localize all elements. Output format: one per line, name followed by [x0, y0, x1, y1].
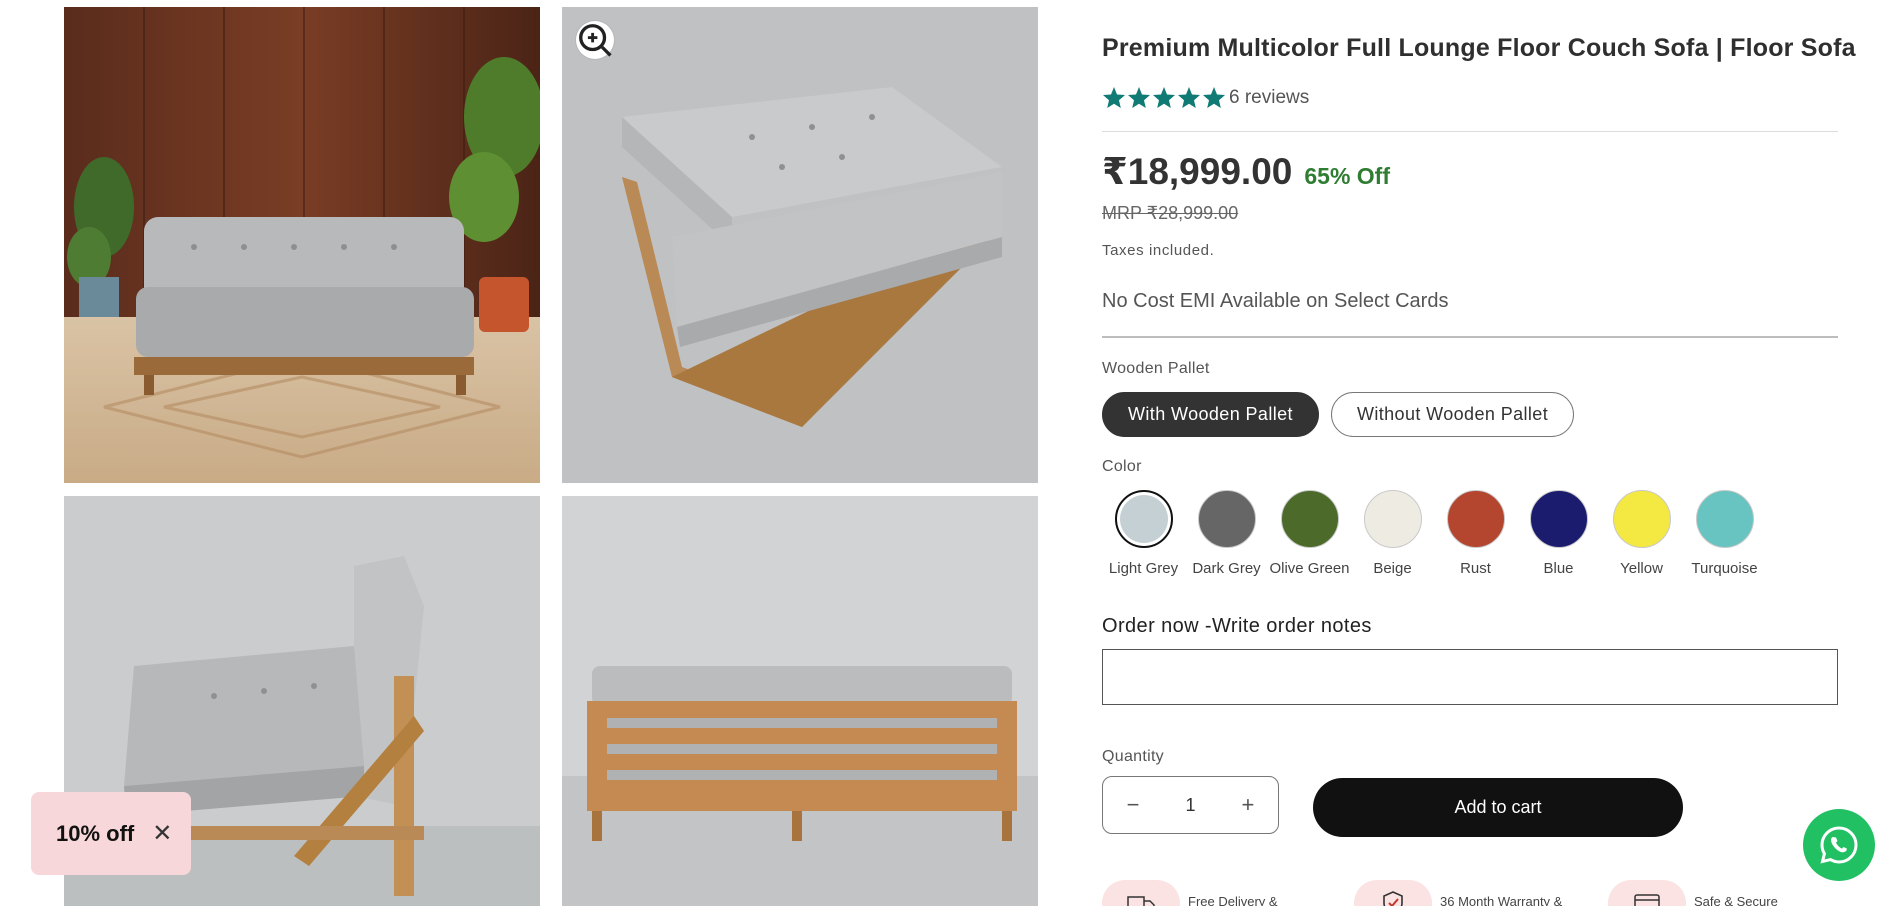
pallet-option-label: Wooden Pallet	[1102, 360, 1210, 377]
feature-badge-secure: Safe & Secure	[1608, 880, 1778, 906]
quantity-label: Quantity	[1102, 748, 1164, 765]
product-title: Premium Multicolor Full Lounge Floor Cou…	[1102, 34, 1856, 62]
swatch-color	[1446, 490, 1505, 548]
emi-note: No Cost EMI Available on Select Cards	[1102, 290, 1449, 312]
swatch-color	[1114, 490, 1173, 548]
product-image-4[interactable]	[562, 496, 1038, 906]
credit-card-icon	[1608, 880, 1686, 906]
mrp-price: MRP ₹28,999.00	[1102, 203, 1239, 223]
swatch-dark-grey[interactable]: Dark Grey	[1185, 490, 1268, 577]
sale-price: ₹18,999.00	[1102, 151, 1293, 192]
whatsapp-icon	[1820, 826, 1858, 864]
tax-note: Taxes included.	[1102, 242, 1215, 259]
swatch-label: Olive Green	[1269, 560, 1350, 577]
quantity-value[interactable]: 1	[1185, 795, 1195, 816]
swatch-label: Rust	[1460, 560, 1491, 577]
swatch-color	[1363, 490, 1422, 548]
feature-text: Safe & Secure	[1694, 894, 1778, 906]
quantity-increase-button[interactable]: +	[1236, 792, 1260, 818]
zoom-in-icon	[579, 24, 612, 57]
feature-text: Free Delivery &	[1188, 894, 1278, 906]
whatsapp-chat-button[interactable]	[1803, 809, 1875, 881]
star-icon	[1203, 87, 1225, 108]
swatch-label: Beige	[1373, 560, 1412, 577]
swatch-label: Turquoise	[1691, 560, 1758, 577]
swatch-turquoise[interactable]: Turquoise	[1683, 490, 1766, 577]
swatch-color	[1612, 490, 1671, 548]
zoom-button[interactable]	[576, 21, 614, 59]
divider	[1102, 131, 1838, 132]
swatch-color	[1695, 490, 1754, 548]
discount-popup-label: 10% off	[56, 820, 135, 846]
star-icon	[1103, 87, 1125, 108]
quantity-stepper: − 1 +	[1102, 776, 1279, 834]
feature-badges: Free Delivery & 36 Month Warranty & Safe…	[1102, 880, 1838, 906]
star-rating	[1102, 86, 1226, 109]
price-row: ₹18,999.00 65% Off	[1102, 150, 1390, 193]
swatch-label: Yellow	[1620, 560, 1663, 577]
feature-badge-warranty: 36 Month Warranty &	[1354, 880, 1562, 906]
swatch-color	[1280, 490, 1339, 548]
discount-popup[interactable]: 10% off ✕	[31, 792, 191, 875]
swatch-beige[interactable]: Beige	[1351, 490, 1434, 577]
sofa-front-image	[64, 7, 540, 483]
swatch-light-grey[interactable]: Light Grey	[1102, 490, 1185, 577]
swatch-rust[interactable]: Rust	[1434, 490, 1517, 577]
order-notes-label: Order now -Write order notes	[1102, 615, 1372, 637]
product-image-2[interactable]	[562, 7, 1038, 483]
swatch-olive-green[interactable]: Olive Green	[1268, 490, 1351, 577]
feature-badge-delivery: Free Delivery &	[1102, 880, 1278, 906]
swatch-blue[interactable]: Blue	[1517, 490, 1600, 577]
swatch-label: Dark Grey	[1192, 560, 1261, 577]
swatch-color	[1529, 490, 1588, 548]
color-swatches: Light Grey Dark Grey Olive Green Beige R…	[1102, 490, 1766, 577]
swatch-label: Blue	[1543, 560, 1574, 577]
order-notes-input[interactable]	[1102, 649, 1838, 705]
pallet-option-without[interactable]: Without Wooden Pallet	[1330, 392, 1575, 437]
swatch-color	[1197, 490, 1256, 548]
discount-badge: 65% Off	[1304, 163, 1390, 189]
close-icon[interactable]: ✕	[152, 819, 172, 848]
star-icon	[1178, 87, 1200, 108]
product-gallery	[64, 7, 1039, 906]
truck-icon	[1102, 880, 1180, 906]
star-icon	[1128, 87, 1150, 108]
product-image-1[interactable]	[64, 7, 540, 483]
divider	[1102, 336, 1838, 338]
star-icon	[1153, 87, 1175, 108]
quantity-decrease-button[interactable]: −	[1121, 792, 1145, 818]
swatch-yellow[interactable]: Yellow	[1600, 490, 1683, 577]
shield-check-icon	[1354, 880, 1432, 906]
reviews-count[interactable]: 6 reviews	[1229, 87, 1309, 109]
color-option-label: Color	[1102, 458, 1142, 475]
feature-text: 36 Month Warranty &	[1440, 894, 1563, 906]
pallet-option-with[interactable]: With Wooden Pallet	[1102, 392, 1319, 437]
add-to-cart-button[interactable]: Add to cart	[1313, 778, 1683, 837]
product-rating[interactable]: 6 reviews	[1102, 86, 1309, 109]
sofa-back-image	[562, 496, 1038, 906]
swatch-label: Light Grey	[1108, 560, 1179, 577]
sofa-angled-image	[562, 7, 1038, 483]
pallet-options: With Wooden Pallet Without Wooden Pallet	[1102, 392, 1575, 437]
